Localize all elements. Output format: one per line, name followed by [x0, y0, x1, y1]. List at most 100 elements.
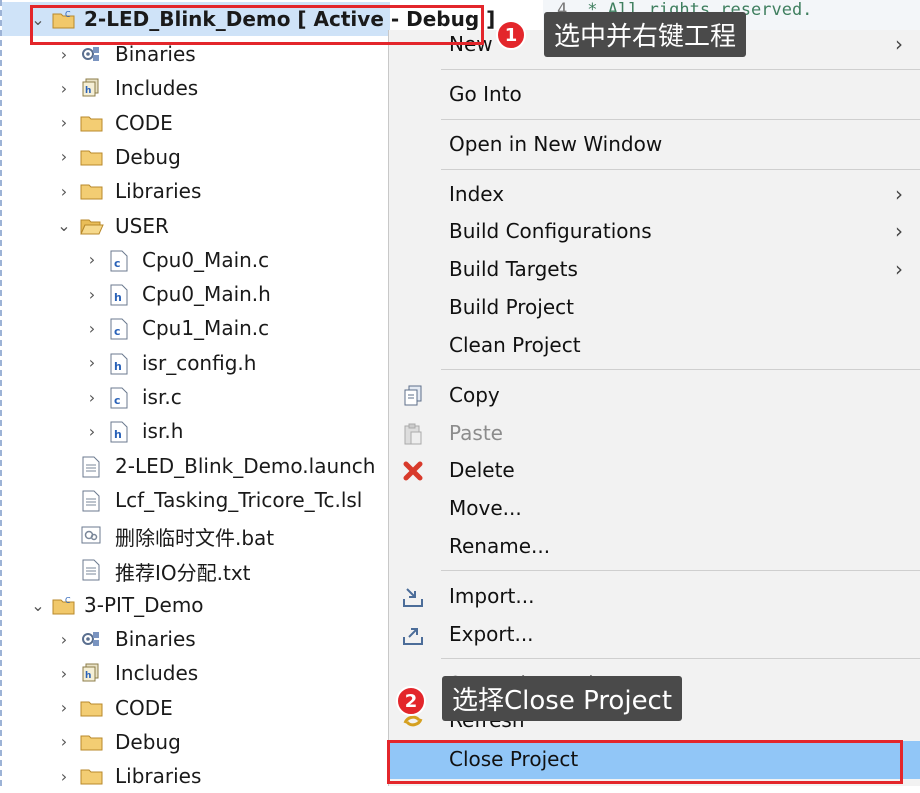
chevron-right-icon[interactable]: › [56, 759, 72, 793]
export-icon [401, 623, 425, 647]
folder-open-icon [80, 216, 104, 236]
folder-icon [80, 147, 103, 167]
menu-item-label: Build Configurations [449, 219, 652, 243]
tree-item[interactable]: › Debug [2, 140, 390, 174]
menu-separator [441, 169, 920, 170]
close-project-highlight-box [387, 740, 903, 784]
menu-item-build-project[interactable]: Build Project [389, 289, 920, 327]
copy-icon [401, 384, 425, 408]
svg-text:h: h [114, 291, 122, 304]
tree-item[interactable]: › c Cpu1_Main.c [2, 311, 390, 345]
menu-item-build-configurations[interactable]: Build Configurations › [389, 213, 920, 251]
submenu-arrow-icon: › [895, 32, 903, 56]
chevron-right-icon[interactable]: › [84, 311, 100, 345]
tree-item[interactable]: › c Cpu0_Main.c [2, 243, 390, 277]
chevron-right-icon[interactable]: › [84, 346, 100, 380]
tree-item[interactable]: 删除临时文件.bat [2, 517, 390, 551]
step-callout-1: 选中并右键工程 [544, 12, 747, 57]
tree-item[interactable]: › h isr.h [2, 414, 390, 448]
tree-project-pit-demo[interactable]: ⌄ C 3-PIT_Demo [2, 588, 390, 622]
menu-item-rename[interactable]: Rename... [389, 528, 920, 566]
submenu-arrow-icon: › [895, 257, 903, 281]
tree-item-label: Binaries [115, 42, 196, 66]
menu-item-index[interactable]: Index › [389, 176, 920, 214]
menu-item-paste[interactable]: Paste [389, 415, 920, 453]
tree-item[interactable]: › h Includes [2, 656, 390, 690]
c-file-icon: c [108, 250, 130, 272]
binaries-icon [80, 44, 102, 64]
tree-item[interactable]: › Binaries [2, 622, 390, 656]
chevron-right-icon[interactable]: › [56, 71, 72, 105]
text-file-icon [80, 456, 102, 478]
tree-item[interactable]: 2-LED_Blink_Demo.launch [2, 449, 390, 483]
menu-separator [441, 570, 920, 571]
h-file-icon: h [108, 284, 130, 306]
menu-separator [441, 119, 920, 120]
folder-icon [80, 766, 103, 786]
menu-item-go-into[interactable]: Go Into [389, 76, 920, 114]
tree-item[interactable]: › c isr.c [2, 380, 390, 414]
c-file-icon: c [108, 387, 130, 409]
tree-item-label: Includes [115, 76, 199, 101]
chevron-right-icon[interactable]: › [56, 622, 72, 656]
menu-item-label: Clean Project [449, 333, 581, 357]
chevron-down-icon[interactable]: ⌄ [30, 588, 46, 622]
menu-item-export[interactable]: Export... [389, 616, 920, 654]
tree-item[interactable]: › Libraries [2, 759, 390, 793]
tree-item-label: 2-LED_Blink_Demo.launch [115, 453, 376, 478]
project-highlight-box [30, 5, 484, 45]
import-icon [401, 585, 425, 609]
menu-item-clean-project[interactable]: Clean Project [389, 327, 920, 365]
menu-item-open-in-new-window[interactable]: Open in New Window [389, 126, 920, 164]
submenu-arrow-icon: › [895, 219, 903, 243]
menu-item-label: Index [449, 182, 505, 206]
chevron-down-icon[interactable]: ⌄ [56, 209, 72, 243]
chevron-right-icon[interactable]: › [56, 656, 72, 690]
tree-item-label: USER [115, 213, 169, 238]
chevron-right-icon[interactable]: › [84, 277, 100, 311]
tree-item[interactable]: › Debug [2, 725, 390, 759]
svg-text:c: c [114, 394, 121, 407]
chevron-right-icon[interactable]: › [56, 106, 72, 140]
menu-item-label: Move... [449, 496, 522, 520]
svg-text:h: h [114, 428, 122, 441]
tree-item-label: Includes [115, 661, 199, 686]
tree-item[interactable]: › h Cpu0_Main.h [2, 277, 390, 311]
chevron-right-icon[interactable]: › [56, 140, 72, 174]
chevron-right-icon[interactable]: › [84, 243, 100, 277]
includes-icon: h [80, 663, 102, 683]
menu-separator [441, 69, 920, 70]
chevron-right-icon[interactable]: › [56, 174, 72, 208]
tree-item[interactable]: ⌄ USER [2, 209, 390, 243]
menu-item-build-targets[interactable]: Build Targets › [389, 251, 920, 289]
menu-item-move[interactable]: Move... [389, 490, 920, 528]
menu-item-delete[interactable]: Delete [389, 452, 920, 490]
step-badge-2: 2 [396, 686, 426, 716]
menu-item-label: Paste [449, 421, 503, 445]
menu-item-copy[interactable]: Copy [389, 377, 920, 415]
tree-item[interactable]: 推荐IO分配.txt [2, 552, 390, 586]
tree-item-label: 删除临时文件.bat [115, 526, 275, 551]
folder-icon [80, 698, 103, 718]
tree-item[interactable]: › CODE [2, 106, 390, 140]
h-file-icon: h [108, 353, 130, 375]
tree-item[interactable]: Lcf_Tasking_Tricore_Tc.lsl [2, 483, 390, 517]
chevron-right-icon[interactable]: › [56, 691, 72, 725]
context-menu: New › Go Into Open in New Window Index › Build… [388, 30, 920, 786]
tree-item-label: CODE [115, 695, 173, 720]
menu-item-label: Export... [449, 622, 534, 646]
tree-item[interactable]: › h Includes [2, 71, 390, 105]
folder-icon [80, 732, 103, 752]
c-file-icon: c [108, 318, 130, 340]
tree-item-label: Debug [115, 729, 181, 754]
tree-item-label: Libraries [115, 179, 202, 204]
h-file-icon: h [108, 421, 130, 443]
tree-item[interactable]: › h isr_config.h [2, 346, 390, 380]
chevron-right-icon[interactable]: › [84, 380, 100, 414]
menu-item-import[interactable]: Import... [389, 578, 920, 616]
svg-text:h: h [114, 360, 122, 373]
chevron-right-icon[interactable]: › [56, 725, 72, 759]
tree-item[interactable]: › CODE [2, 691, 390, 725]
tree-item[interactable]: › Libraries [2, 174, 390, 208]
chevron-right-icon[interactable]: › [84, 414, 100, 448]
